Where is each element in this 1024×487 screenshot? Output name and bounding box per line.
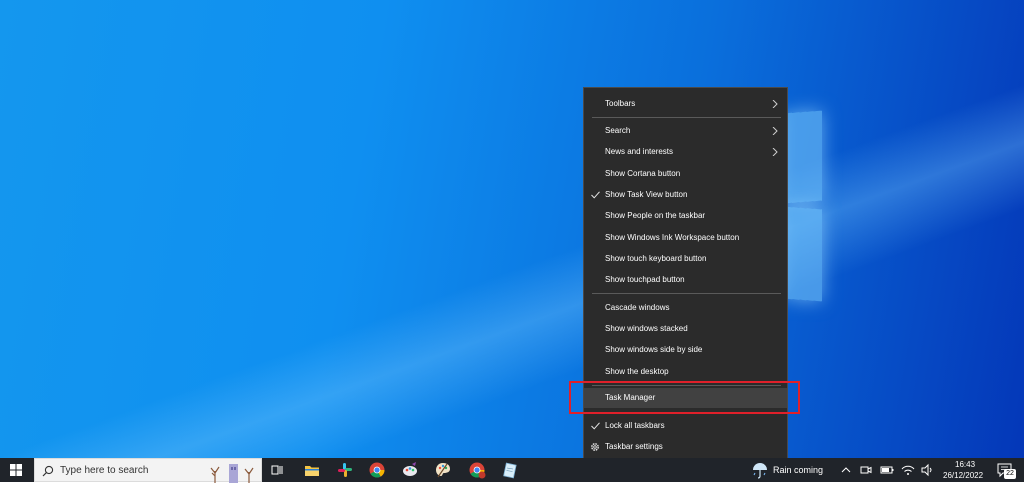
file-explorer-icon[interactable]: [302, 460, 322, 480]
menu-item-lock-taskbars[interactable]: Lock all taskbars: [584, 416, 787, 436]
volume-icon[interactable]: [918, 460, 938, 480]
wifi-icon[interactable]: [898, 460, 918, 480]
taskbar[interactable]: Type here to search Rain coming 16:43 26…: [0, 458, 1024, 483]
chrome-icon[interactable]: [367, 460, 387, 480]
notepad-icon[interactable]: [500, 460, 520, 480]
chevron-up-icon[interactable]: [836, 460, 856, 480]
menu-item-label: News and interests: [605, 147, 674, 156]
menu-separator: [592, 293, 781, 294]
battery-icon[interactable]: [877, 460, 897, 480]
menu-item-show-touch-keyboard[interactable]: Show touch keyboard button: [584, 249, 787, 269]
paint-icon[interactable]: [433, 460, 453, 480]
windows-logo-icon: [10, 464, 22, 476]
clock-time[interactable]: 16:43: [955, 460, 975, 469]
menu-item-label: Taskbar settings: [605, 442, 663, 451]
menu-item-label: Show touch keyboard button: [605, 254, 707, 263]
checkmark-icon: [591, 191, 600, 199]
checkmark-icon: [591, 422, 600, 430]
menu-item-show-touchpad[interactable]: Show touchpad button: [584, 270, 787, 290]
menu-item-show-ink-workspace[interactable]: Show Windows Ink Workspace button: [584, 228, 787, 248]
menu-item-label: Show the desktop: [605, 367, 669, 376]
taskbar-search-box[interactable]: Type here to search: [34, 458, 262, 483]
menu-item-search[interactable]: Search: [584, 121, 787, 141]
search-placeholder: Type here to search: [60, 465, 149, 476]
paint-3d-icon[interactable]: [400, 460, 420, 480]
menu-item-show-desktop[interactable]: Show the desktop: [584, 362, 787, 382]
menu-item-label: Show touchpad button: [605, 275, 685, 284]
menu-item-label: Cascade windows: [605, 303, 670, 312]
annotation-highlight-box: [569, 381, 800, 414]
menu-item-label: Show People on the taskbar: [605, 211, 706, 220]
desktop-background[interactable]: [0, 0, 1024, 458]
search-icon: [42, 465, 54, 477]
menu-item-label: Show Cortana button: [605, 169, 681, 178]
start-button[interactable]: [0, 458, 32, 482]
notification-count-badge: 22: [1004, 469, 1016, 479]
menu-item-show-cortana[interactable]: Show Cortana button: [584, 164, 787, 184]
light-beam: [0, 0, 1024, 458]
weather-rain-icon[interactable]: [750, 460, 770, 480]
menu-item-windows-side-by-side[interactable]: Show windows side by side: [584, 340, 787, 360]
menu-item-taskbar-settings[interactable]: Taskbar settings: [584, 437, 787, 457]
menu-item-news-and-interests[interactable]: News and interests: [584, 142, 787, 162]
menu-item-show-task-view[interactable]: Show Task View button: [584, 185, 787, 205]
menu-item-label: Show Task View button: [605, 190, 688, 199]
menu-item-windows-stacked[interactable]: Show windows stacked: [584, 319, 787, 339]
menu-item-label: Lock all taskbars: [605, 421, 665, 430]
clock-date[interactable]: 26/12/2022: [943, 471, 983, 480]
menu-item-toolbars[interactable]: Toolbars: [584, 94, 787, 114]
notification-center-button[interactable]: 22: [994, 460, 1018, 480]
menu-separator: [592, 117, 781, 118]
search-highlight-illustration: [210, 464, 254, 483]
slack-icon[interactable]: [335, 460, 355, 480]
menu-item-label: Show windows side by side: [605, 345, 703, 354]
task-view-icon[interactable]: [267, 460, 287, 480]
gear-icon: [591, 443, 599, 451]
chevron-right-icon: [772, 100, 778, 108]
chevron-right-icon: [772, 127, 778, 135]
chrome-profile-icon[interactable]: [467, 460, 487, 480]
menu-item-label: Show windows stacked: [605, 324, 688, 333]
meet-now-icon[interactable]: [856, 460, 876, 480]
menu-item-show-people[interactable]: Show People on the taskbar: [584, 206, 787, 226]
chevron-right-icon: [772, 148, 778, 156]
menu-item-cascade-windows[interactable]: Cascade windows: [584, 298, 787, 318]
menu-item-label: Toolbars: [605, 99, 636, 108]
menu-item-label: Show Windows Ink Workspace button: [605, 233, 740, 242]
weather-status-text[interactable]: Rain coming: [773, 465, 823, 475]
menu-item-label: Search: [605, 126, 631, 135]
